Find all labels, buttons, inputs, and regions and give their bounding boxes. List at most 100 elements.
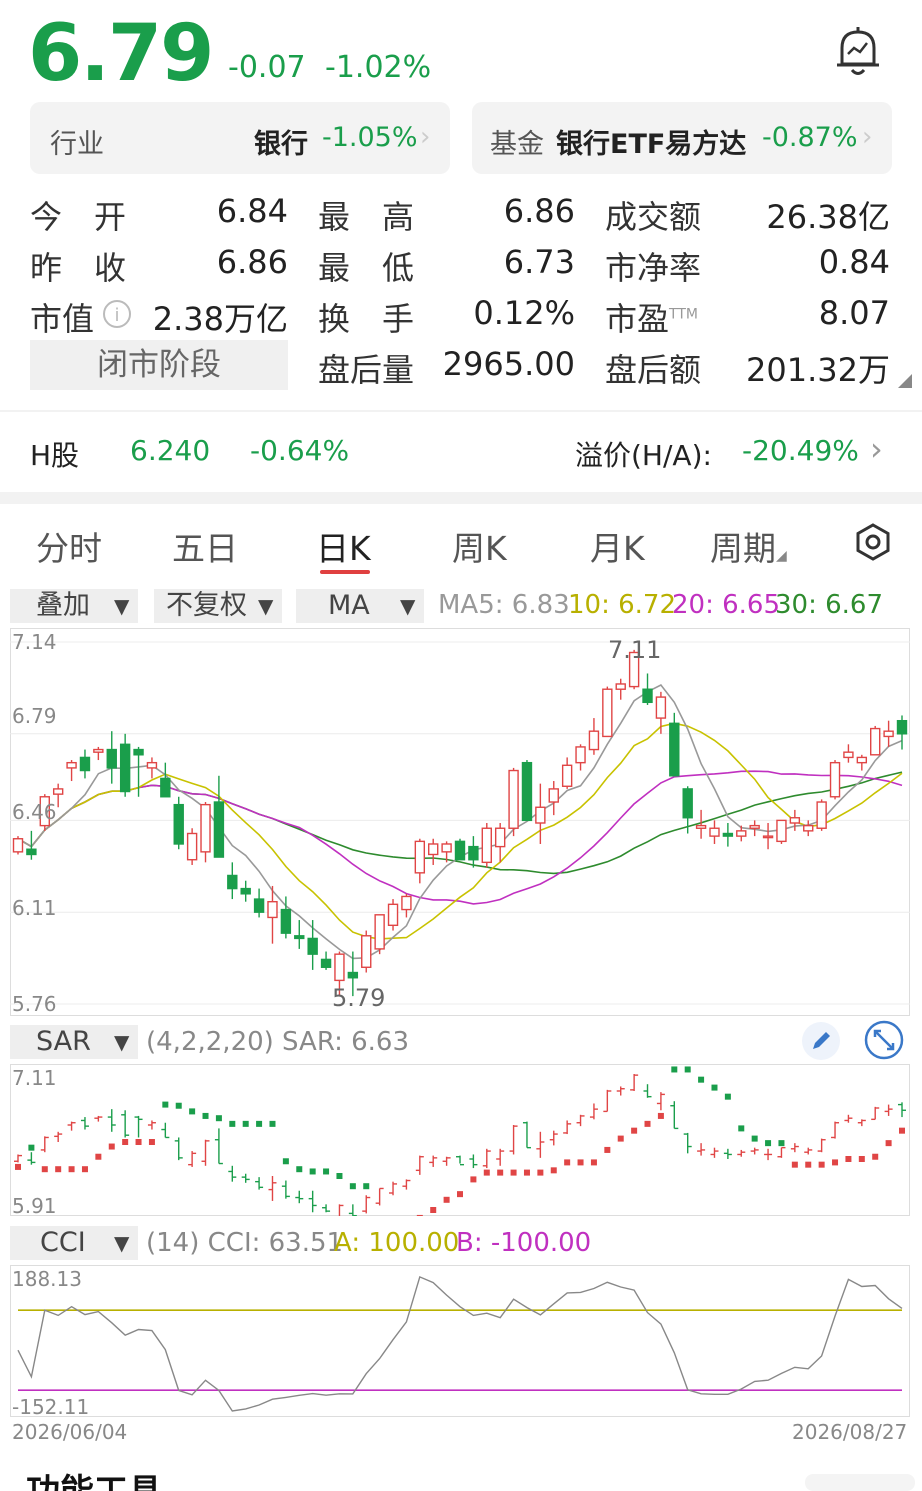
sar-dot: [416, 1214, 423, 1216]
premium-value: -20.49%: [742, 434, 859, 467]
industry-pill[interactable]: 行业 银行 -1.05% ›: [30, 102, 450, 174]
adjust-dropdown[interactable]: 不复权 ▼: [154, 589, 282, 623]
indicator-label: MA: [328, 590, 370, 621]
sar-dot: [805, 1161, 812, 1168]
candle-body: [561, 764, 573, 787]
sar-dot: [657, 1112, 664, 1119]
high-marker-label: 7.11: [608, 636, 662, 664]
sar-dot: [55, 1166, 62, 1173]
candle-body: [52, 788, 64, 795]
candle-body: [548, 788, 559, 803]
date-start: 2026/06/04: [12, 1420, 128, 1444]
tab-daily-k[interactable]: 日K: [316, 522, 371, 570]
candle-body: [414, 840, 426, 874]
candle-body: [722, 832, 734, 837]
low-marker-label: 5.79: [332, 984, 386, 1012]
adjust-label: 不复权: [166, 590, 247, 621]
sar-dropdown[interactable]: SAR ▼: [10, 1025, 138, 1059]
candle-body: [93, 748, 104, 753]
y-tick-label: 6.79: [12, 704, 57, 728]
candle-body: [186, 832, 198, 861]
chart-settings-icon[interactable]: [854, 522, 892, 562]
sar-dot: [617, 1135, 624, 1142]
candle-body: [334, 953, 345, 982]
candle-body: [401, 895, 412, 911]
tab-period[interactable]: 周期◢: [710, 522, 787, 570]
expand-corner-icon[interactable]: [898, 374, 912, 388]
ma5-line: [17, 683, 903, 960]
sar-dot: [724, 1093, 731, 1100]
candlestick-chart[interactable]: 7.14 6.79 6.46 6.11 5.76 7.11 5.79: [10, 628, 910, 1016]
candle-body: [320, 958, 332, 968]
caret-down-icon: ▼: [400, 594, 416, 618]
candle-body: [843, 751, 854, 759]
indicator-dropdown[interactable]: MA ▼: [296, 589, 424, 623]
fund-pct: -0.87%: [762, 122, 858, 153]
candle-body: [803, 824, 814, 832]
sar-dot: [135, 1139, 142, 1145]
cci-label: CCI: [40, 1227, 86, 1258]
floating-toolbar[interactable]: [805, 1474, 915, 1491]
candle-body: [856, 756, 868, 764]
caret-down-icon: ▼: [258, 594, 274, 618]
sar-chart[interactable]: 7.11 5.91: [10, 1064, 910, 1218]
candle-body: [468, 845, 479, 861]
sar-dot: [28, 1144, 35, 1151]
candle-body: [307, 937, 318, 955]
sar-dot: [108, 1143, 115, 1150]
stat-ah-vol-label: 盘后量: [318, 351, 415, 389]
section-divider: [0, 492, 922, 504]
sar-dot: [443, 1196, 450, 1203]
price-alert-bell-icon[interactable]: [832, 24, 884, 80]
divider: [0, 410, 922, 412]
price-change: -0.07: [228, 50, 306, 85]
candle-body: [12, 838, 24, 853]
tab-period-label: 周期: [710, 529, 776, 568]
fund-pill[interactable]: 基金 银行ETF易方达 -0.87% ›: [472, 102, 892, 174]
candle-body: [829, 761, 841, 798]
sar-dot: [738, 1125, 745, 1132]
tab-five-day[interactable]: 五日: [172, 522, 238, 570]
candle-body: [481, 827, 492, 864]
candle-body: [615, 683, 626, 690]
sar-params: (4,2,2,20) SAR: 6.63: [146, 1027, 410, 1057]
stat-turn: 0.12%: [473, 294, 575, 332]
candle-body: [240, 887, 251, 895]
sar-dot: [296, 1166, 303, 1173]
sar-dot: [269, 1120, 276, 1127]
y-tick-label: 5.76: [12, 992, 57, 1016]
fund-name: 银行ETF易方达: [556, 129, 747, 160]
premium-label: 溢价(H/A):: [575, 439, 712, 472]
overlay-label: 叠加: [36, 590, 90, 621]
cci-chart[interactable]: 188.13 -152.11: [10, 1265, 910, 1419]
candle-body: [535, 806, 546, 824]
pencil-icon[interactable]: [802, 1022, 840, 1060]
sar-dot: [363, 1183, 370, 1190]
tab-intraday[interactable]: 分时: [36, 522, 102, 570]
candle-body: [508, 769, 519, 829]
fullscreen-icon[interactable]: [864, 1020, 904, 1060]
cci-dropdown[interactable]: CCI ▼: [10, 1226, 138, 1260]
ma30-value: 30: 6.67: [775, 590, 883, 620]
sar-dot: [457, 1191, 463, 1198]
sar-dot: [470, 1176, 477, 1183]
info-icon[interactable]: i: [103, 300, 131, 328]
tab-monthly-k[interactable]: 月K: [590, 522, 645, 570]
last-price: 6.79: [28, 9, 214, 99]
sar-label: SAR: [36, 1026, 91, 1057]
sar-dot: [242, 1120, 249, 1127]
candle-body: [387, 903, 399, 927]
y-tick-label: 5.91: [12, 1194, 57, 1218]
sar-dot: [818, 1161, 825, 1168]
chevron-right-icon[interactable]: ›: [870, 430, 883, 468]
sar-dot: [523, 1169, 530, 1176]
sar-dot: [858, 1156, 865, 1162]
tab-weekly-k[interactable]: 周K: [452, 522, 507, 570]
candle-body: [655, 696, 667, 719]
candle-body: [160, 777, 171, 798]
sar-dot: [15, 1163, 21, 1170]
candle-body: [294, 935, 305, 940]
overlay-dropdown[interactable]: 叠加 ▼: [10, 589, 138, 623]
caret-down-icon: ▼: [114, 1030, 130, 1054]
caret-down-icon: ▼: [114, 594, 130, 618]
